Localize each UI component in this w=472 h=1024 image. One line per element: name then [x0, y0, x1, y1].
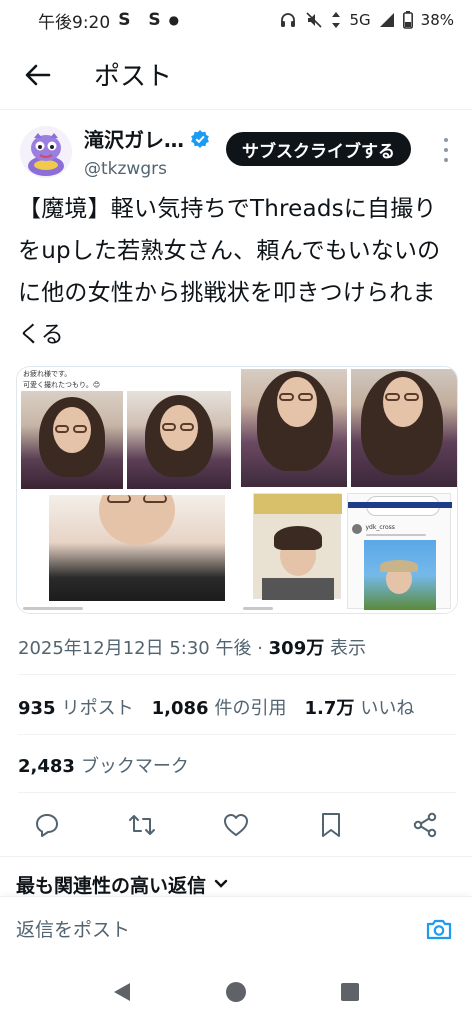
divider — [18, 792, 456, 793]
bookmarks-count: 2,483 — [18, 756, 75, 777]
author-handle[interactable]: @tkzwgrs — [84, 159, 210, 179]
selfie-photo — [127, 391, 231, 489]
image-caption: お疲れ様です。 可愛く撮れたつもり。😊 — [23, 369, 100, 391]
subscribe-button[interactable]: サブスクライブする — [226, 132, 411, 166]
heart-icon — [224, 814, 248, 836]
reply-sort-selector[interactable]: 最も関連性の高い返信 — [16, 872, 228, 896]
battery-icon — [402, 11, 413, 29]
status-dot-icon: ● — [168, 13, 180, 27]
chevron-down-icon — [214, 879, 228, 888]
more-dot — [444, 148, 448, 152]
divider — [0, 856, 472, 857]
reply-icon — [36, 814, 58, 837]
view-label: 表示 — [329, 638, 366, 659]
headphones-icon — [279, 11, 297, 29]
bookmark-button[interactable] — [314, 808, 348, 842]
image-caption-line: お疲れ様です。 — [23, 370, 72, 378]
nav-recents-button[interactable] — [338, 980, 362, 1004]
cartoon-snake-avatar-icon — [20, 126, 72, 178]
network-type: 5G — [349, 11, 371, 29]
likes-stat[interactable]: 1.7万 いいね — [305, 694, 415, 720]
repost-icon — [129, 815, 155, 835]
nav-home-button[interactable] — [224, 980, 248, 1004]
selfie-photo-closeup — [49, 495, 225, 601]
arrow-left-icon — [25, 64, 51, 85]
square-recents-icon — [341, 983, 359, 1001]
page-title: ポスト — [94, 62, 173, 92]
media-image-right[interactable]: ydk_cross — [238, 367, 457, 613]
more-dot — [444, 138, 448, 142]
status-app-icons: S S — [118, 10, 167, 30]
divider — [18, 674, 456, 675]
author-name-text: 滝沢ガレ… — [84, 128, 184, 152]
mute-icon — [305, 11, 323, 29]
post-author: 滝沢ガレ… @tkzwgrs サブスクライブする — [0, 122, 472, 182]
likes-count: 1.7万 — [304, 698, 355, 719]
bookmarks-stat[interactable]: 2,483 ブックマーク — [18, 752, 189, 778]
reply-composer: 返信をポスト — [0, 896, 472, 960]
triangle-back-icon — [114, 983, 130, 1001]
post-action-bar — [0, 808, 472, 842]
selfie-photo — [240, 369, 347, 487]
status-time: 午後9:20 — [38, 12, 111, 33]
circle-home-icon — [226, 982, 246, 1002]
back-button[interactable] — [18, 55, 58, 95]
quotes-stat[interactable]: 1,086 件の引用 — [152, 694, 287, 720]
selfie-photo — [21, 391, 123, 489]
post-timestamp: 2025年12月12日 5:30 午後 · 309万 表示 — [18, 634, 366, 660]
camera-button[interactable] — [422, 912, 456, 946]
meta-separator: · — [251, 638, 269, 659]
media-image-left[interactable]: お疲れ様です。 可愛く撮れたつもり。😊 — [17, 367, 236, 613]
status-bar: 午後9:20 S S ● 5G 38% — [0, 0, 472, 40]
selfie-photo — [350, 369, 457, 487]
reply-input[interactable]: 返信をポスト — [16, 915, 422, 942]
share-icon — [413, 812, 437, 838]
verified-badge-icon — [191, 129, 209, 148]
divider — [18, 734, 456, 735]
reposts-label: リポスト — [61, 698, 134, 719]
system-navigation-bar — [0, 960, 472, 1024]
signal-icon — [379, 12, 395, 28]
nav-back-button[interactable] — [110, 980, 134, 1004]
data-arrows-icon — [331, 11, 341, 29]
author-display-name[interactable]: 滝沢ガレ… — [84, 124, 210, 153]
view-count: 309万 — [268, 638, 325, 659]
quotes-label: 件の引用 — [214, 698, 287, 719]
share-button[interactable] — [408, 808, 442, 842]
battery-percent: 38% — [420, 11, 454, 29]
reposts-count: 935 — [18, 698, 56, 719]
reply-sort-label: 最も関連性の高い返信 — [16, 874, 207, 897]
repost-button[interactable] — [125, 808, 159, 842]
like-button[interactable] — [219, 808, 253, 842]
engagement-stats: 935 リポスト 1,086 件の引用 1.7万 いいね — [18, 694, 414, 720]
screenshot-thumbnail: ydk_cross — [346, 493, 452, 610]
quotes-count: 1,086 — [151, 698, 209, 719]
top-app-bar: ポスト — [0, 40, 472, 110]
thumbnail-handle: ydk_cross — [365, 524, 395, 531]
camera-icon — [426, 919, 452, 939]
timestamp-text[interactable]: 2025年12月12日 5:30 午後 — [18, 638, 251, 659]
post-text: 【魔境】軽い気持ちでThreadsに自撮りをupした若熟女さん、頼んでもいないの… — [18, 196, 441, 348]
reply-button[interactable] — [30, 808, 64, 842]
more-dot — [444, 158, 448, 162]
avatar[interactable] — [20, 126, 72, 178]
reposts-stat[interactable]: 935 リポスト — [18, 694, 134, 720]
bookmark-icon — [322, 813, 340, 837]
bookmarks-label: ブックマーク — [80, 756, 189, 777]
image-caption-line: 可愛く撮れたつもり。😊 — [23, 381, 101, 389]
screenshot-thumbnail — [252, 493, 342, 600]
post-media-grid: お疲れ様です。 可愛く撮れたつもり。😊 ydk_cross — [16, 366, 458, 614]
likes-label: いいね — [360, 698, 415, 719]
more-options-button[interactable] — [436, 138, 456, 162]
